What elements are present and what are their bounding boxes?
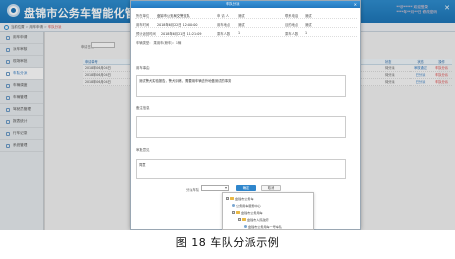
collapse-icon[interactable]: - [232,211,235,214]
field-value: 测试 [305,14,312,18]
folder-icon [236,211,240,214]
opinion-textarea[interactable]: 同意 [136,159,346,179]
tree-item-label: 盘锦市公务用车 [241,211,263,215]
node-icon [244,225,247,228]
opinion-label: 审批意见 [136,148,150,152]
tree-item-label: 盘锦市公务车 [235,197,254,201]
tree-item-label: 公务用车服务中心 [236,204,261,208]
field-label: 用车时间 [136,23,150,27]
field-value: 2018年6月22日 12:00:00 [157,23,198,27]
reason-label: 用车事由 [136,66,150,70]
tree-item[interactable]: - 盘锦市公务用车 [232,210,263,215]
field-label: 用车地点 [217,23,231,27]
dialog-title-bar: 车队分派 ✕ [131,1,360,8]
field-value: 测试 [305,23,312,27]
collapse-icon[interactable]: - [238,218,241,221]
field-label: 申 请 人 [217,14,229,18]
info-row: 所在单位 盘锦市公安局交警支队 申 请 人 测试 联系电话 测试 [135,11,357,19]
reason-textarea[interactable]: 测试警犬实验报告，警犬训练，需要用车辆去外地做测试的事务 [136,75,346,97]
folder-icon [230,197,234,200]
tree-item[interactable]: - 盘锦市公务车 [226,196,254,201]
tree-item-label: 盘锦市人民政府 [247,218,269,222]
field-label: 目的地点 [285,23,299,27]
tree-item[interactable]: 公务用车服务中心 [232,203,261,208]
fleet-tree-dropdown: - 盘锦市公务车 公务用车服务中心 - 盘锦市公务用车 - 盘锦市人民政府 盘锦市公务… [222,192,314,230]
field-value: 1 [305,31,308,35]
field-value: 盘锦市公安局交警支队 [157,14,190,18]
close-icon[interactable]: ✕ [354,1,357,8]
tree-item[interactable]: 盘锦市公务用车一号车队 [244,224,282,229]
app-window: 盘锦市公务车智能化管理服务平台 **@***** 欢迎登录 ****年**月**… [0,0,455,230]
field-label: 乘车人数 [285,32,299,36]
tree-item[interactable]: - 盘锦市人民政府 [238,217,269,222]
field-label: 联系电话 [285,14,299,18]
collapse-icon[interactable]: - [226,197,229,200]
assign-fleet-label: 分派车队 [186,188,200,192]
info-row: 预计返回时间 2018年6月21日 11:21:09 乘车人数 1 乘车人数 1 [135,29,357,37]
folder-icon [242,218,246,221]
figure-caption: 图 18 车队分派示例 [175,236,280,249]
info-row: 车辆类型： 乘用车(轿车)：1辆 [135,38,357,46]
field-label: 所在单位 [136,14,150,18]
remark-textarea[interactable] [136,116,346,138]
remark-label: 备注信息 [136,106,150,110]
confirm-button[interactable]: 确定 [236,185,256,191]
cancel-button[interactable]: 取消 [261,185,281,191]
info-row: 用车时间 2018年6月22日 12:00:00 用车地点 测试 目的地点 测试 [135,20,357,28]
field-value: 测试 [238,14,245,18]
vehicle-type-line: 车辆类型： 乘用车(轿车)：1辆 [136,41,182,45]
tree-item-label: 盘锦市公务用车一号车队 [248,225,283,229]
node-icon [232,204,235,207]
field-value: 2018年6月21日 11:21:09 [161,32,202,36]
field-value: 1 [238,31,241,35]
fleet-select[interactable] [201,185,229,191]
field-label: 乘车人数 [217,32,231,36]
dialog-title: 车队分派 [226,2,240,6]
field-value: 测试 [238,23,245,27]
field-label: 预计返回时间 [136,32,156,36]
